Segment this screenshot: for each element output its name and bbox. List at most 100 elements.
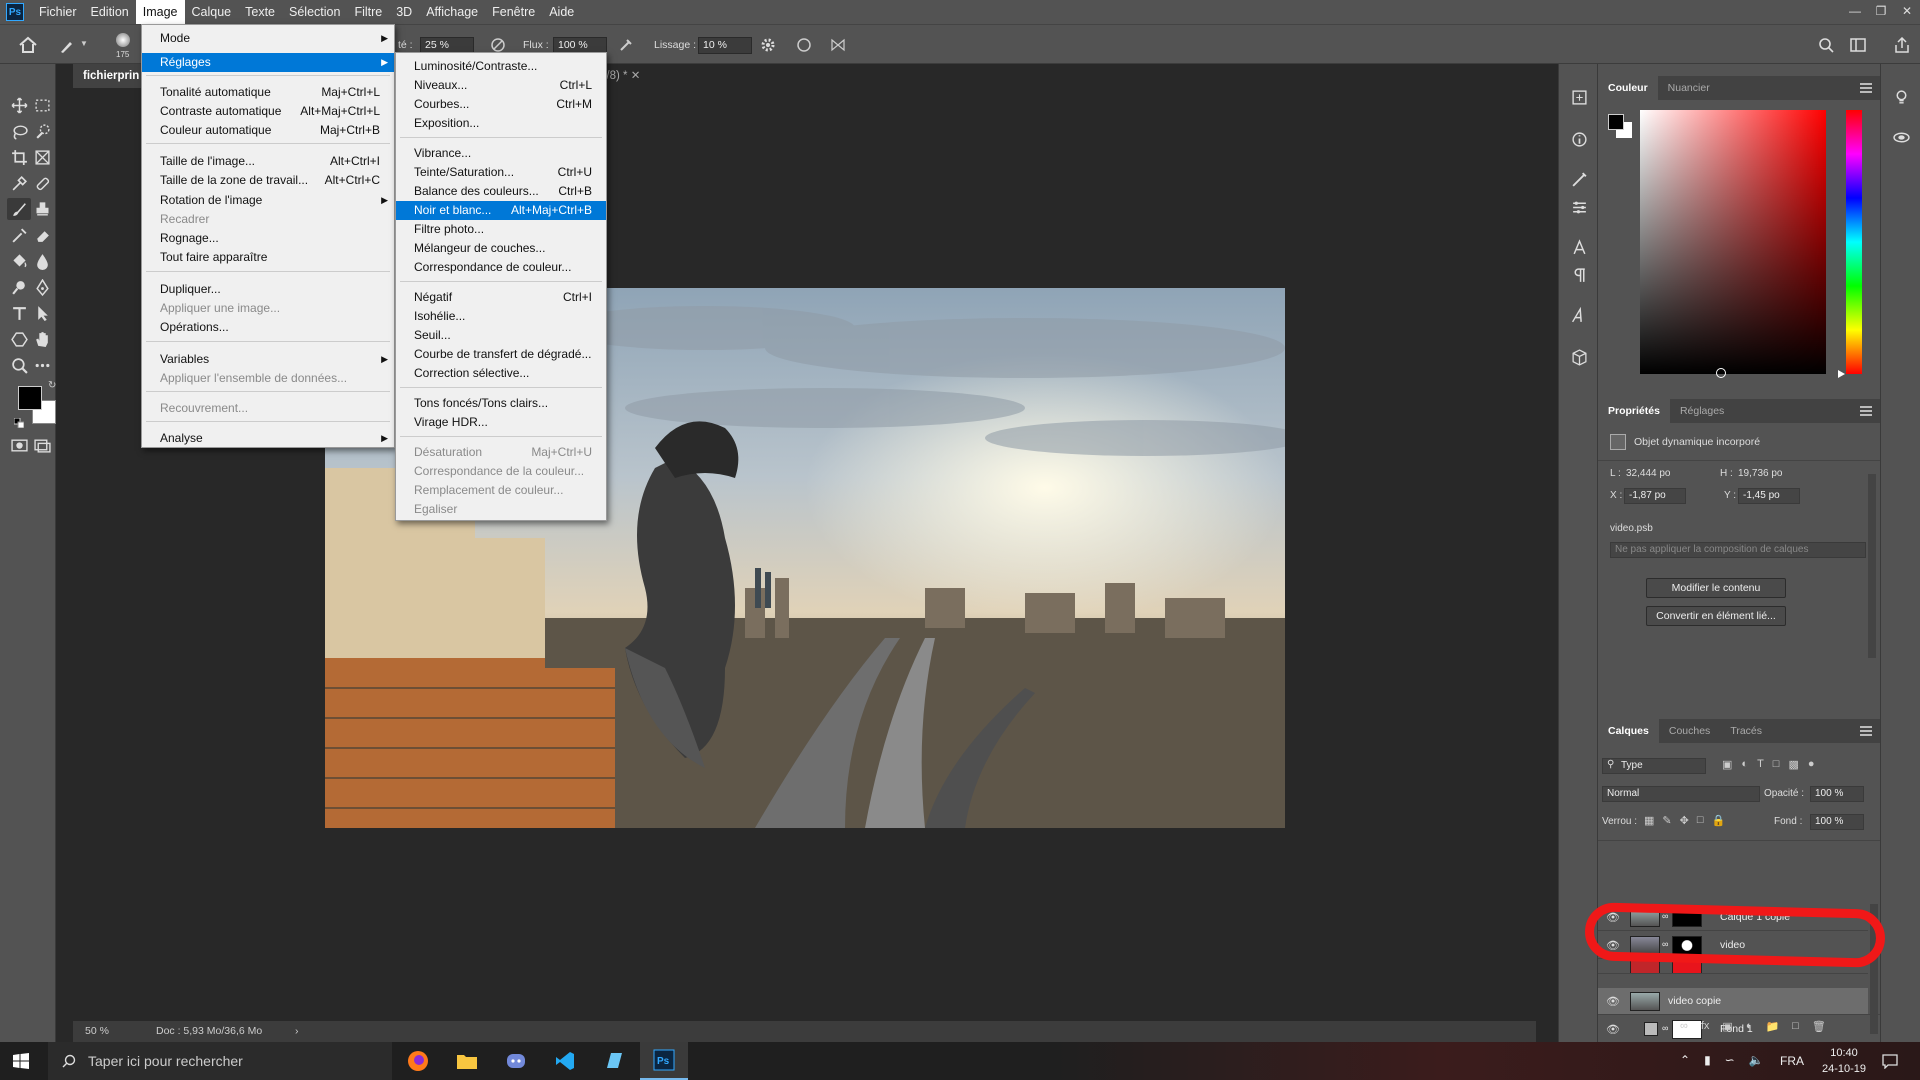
minimize-icon[interactable]: — (1842, 0, 1868, 24)
document-tab[interactable]: fichierprin (73, 64, 150, 88)
reglages-menu-item[interactable]: Négatif Ctrl+I (396, 288, 606, 307)
foreground-color-swatch[interactable] (18, 386, 42, 410)
tab-reglages[interactable]: Réglages (1670, 399, 1734, 423)
path-selection-tool-icon[interactable] (30, 302, 54, 324)
swap-colors-icon[interactable]: ↻ (48, 380, 56, 391)
brush-tool-icon[interactable] (7, 198, 31, 220)
3d-panel-icon[interactable] (1567, 346, 1591, 368)
dodge-tool-icon[interactable] (7, 276, 31, 298)
blend-mode-select[interactable]: Normal (1602, 786, 1760, 802)
history-brush-tool-icon[interactable] (7, 224, 31, 246)
lissage-field[interactable]: 10 % (698, 37, 752, 54)
width-value[interactable]: 32,444 po (1626, 468, 1671, 479)
lock-artboard-icon[interactable]: □ (1697, 814, 1704, 827)
tab-close-icon[interactable]: ✕ (631, 70, 641, 82)
zoom-level[interactable]: 50 % (85, 1021, 109, 1042)
move-tool-icon[interactable] (7, 94, 31, 116)
eyedropper-tool-icon[interactable] (7, 172, 31, 194)
volume-icon[interactable]: 🔈 (1749, 1053, 1764, 1067)
healing-brush-tool-icon[interactable] (30, 172, 54, 194)
discord-icon[interactable] (492, 1042, 540, 1080)
search-icon[interactable] (1818, 37, 1834, 53)
vscode-icon[interactable] (541, 1042, 589, 1080)
marquee-tool-icon[interactable] (30, 94, 54, 116)
lock-paint-icon[interactable]: ✎ (1662, 814, 1671, 827)
pressure-opacity-icon[interactable] (490, 37, 506, 53)
image-menu-item[interactable]: Réglages ▶ (142, 53, 394, 72)
reglages-menu-item[interactable]: Filtre photo... (396, 220, 606, 239)
menu-filtre[interactable]: Filtre (347, 0, 389, 24)
filter-shape-icon[interactable]: □ (1773, 758, 1780, 774)
pressure-size-icon[interactable] (796, 37, 812, 53)
new-layer-icon[interactable]: □ (1792, 1020, 1799, 1033)
reglages-menu-item[interactable]: Seuil... (396, 326, 606, 345)
lasso-tool-icon[interactable] (7, 120, 31, 142)
airbrush-icon[interactable] (618, 37, 634, 53)
image-menu-item[interactable]: Tonalité automatique Maj+Ctrl+L (142, 83, 394, 102)
libraries-icon[interactable] (1889, 126, 1913, 148)
lock-position-icon[interactable]: ✥ (1680, 814, 1689, 827)
workspace-icon[interactable] (1850, 37, 1866, 53)
reglages-menu-item[interactable]: Correspondance de couleur... (396, 258, 606, 277)
learn-icon[interactable] (1889, 86, 1913, 108)
eye-icon[interactable]: 👁 (1606, 995, 1620, 1008)
menu-fichier[interactable]: Fichier (32, 0, 84, 24)
layer-comp-select[interactable]: Ne pas appliquer la composition de calqu… (1610, 542, 1866, 558)
image-menu-item[interactable]: Rognage... (142, 229, 394, 248)
reglages-menu-item[interactable]: Isohélie... (396, 307, 606, 326)
modify-content-button[interactable]: Modifier le contenu (1646, 578, 1786, 598)
fg-color-swatch[interactable] (1608, 114, 1624, 130)
tab-proprietes[interactable]: Propriétés (1598, 399, 1670, 423)
default-colors-icon[interactable] (13, 417, 25, 429)
firefox-icon[interactable] (394, 1042, 442, 1080)
reglages-menu-item[interactable]: Tons foncés/Tons clairs... (396, 394, 606, 413)
clone-stamp-tool-icon[interactable] (30, 198, 54, 220)
share-icon[interactable] (1894, 36, 1910, 53)
tab-nuancier[interactable]: Nuancier (1658, 76, 1720, 100)
reglages-menu-item[interactable]: Vibrance... (396, 144, 606, 163)
menu-calque[interactable]: Calque (185, 0, 239, 24)
photoshop-taskbar-icon[interactable]: Ps (640, 1042, 688, 1080)
close-icon[interactable]: ✕ (1894, 0, 1920, 24)
x-field[interactable]: -1,87 po (1624, 488, 1686, 504)
info-panel-icon[interactable] (1567, 128, 1591, 150)
image-menu-item[interactable]: Analyse ▶ (142, 429, 394, 448)
quick-mask-icon[interactable] (7, 434, 31, 456)
fx-icon[interactable]: fx (1701, 1020, 1710, 1033)
properties-scrollbar[interactable] (1868, 474, 1876, 658)
height-value[interactable]: 19,736 po (1738, 468, 1783, 479)
image-menu-item[interactable]: Mode ▶ (142, 29, 394, 48)
clock[interactable]: 10:40 24-10-19 (1820, 1045, 1868, 1077)
eraser-tool-icon[interactable] (30, 224, 54, 246)
tray-chevron-icon[interactable]: ⌃ (1680, 1053, 1690, 1067)
image-menu-item[interactable]: Dupliquer... (142, 280, 394, 299)
paragraph-panel-icon[interactable] (1567, 264, 1591, 286)
image-menu-item[interactable]: Variables ▶ (142, 350, 394, 369)
panel-menu-icon[interactable] (1860, 406, 1872, 416)
reglages-menu-item[interactable]: Correction sélective... (396, 364, 606, 383)
status-arrow-icon[interactable]: › (295, 1021, 299, 1042)
crop-tool-icon[interactable] (7, 146, 31, 168)
smoothing-settings-icon[interactable] (760, 37, 776, 53)
filter-pixel-icon[interactable]: ▣ (1722, 758, 1732, 774)
filter-adjustment-icon[interactable]: ◐ (1741, 758, 1748, 774)
y-field[interactable]: -1,45 po (1738, 488, 1800, 504)
reglages-menu-item[interactable]: Niveaux... Ctrl+L (396, 76, 606, 95)
hue-slider[interactable] (1846, 110, 1862, 374)
taskbar-search[interactable]: Taper ici pour rechercher (48, 1042, 392, 1080)
panel-menu-icon[interactable] (1860, 726, 1872, 736)
lock-pixels-icon[interactable]: ▦ (1644, 814, 1654, 827)
menu-image[interactable]: Image (135, 0, 185, 24)
image-menu-item[interactable]: Tout faire apparaître (142, 248, 394, 267)
quick-selection-tool-icon[interactable] (30, 120, 54, 142)
home-icon[interactable] (18, 36, 38, 54)
character-panel-icon[interactable] (1567, 236, 1591, 258)
layer-opacity-field[interactable]: 100 % (1810, 786, 1864, 802)
reglages-menu-item[interactable]: Virage HDR... (396, 413, 606, 432)
fill-field[interactable]: 100 % (1810, 814, 1864, 830)
windows-start-icon[interactable] (13, 1053, 29, 1069)
filter-toggle-icon[interactable]: ● (1808, 758, 1815, 774)
language-indicator[interactable]: FRA (1780, 1054, 1804, 1068)
image-menu-item[interactable]: Contraste automatique Alt+Maj+Ctrl+L (142, 102, 394, 121)
panel-menu-icon[interactable] (1860, 83, 1872, 93)
